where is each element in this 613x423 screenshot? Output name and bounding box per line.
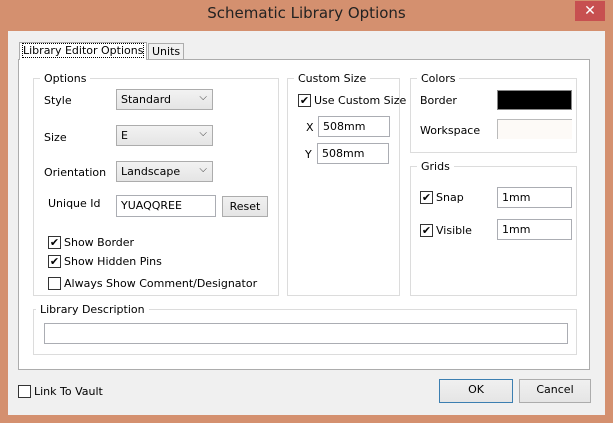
reset-button[interactable]: Reset [222,196,268,217]
size-select[interactable]: E ⌵ [116,125,213,146]
use-custom-size-checkbox[interactable]: ✔ [298,94,311,107]
style-value: Standard [121,93,172,106]
library-description-title: Library Description [36,303,149,316]
use-custom-size-label: Use Custom Size [314,94,407,107]
style-label: Style [44,94,72,107]
always-show-comment-label: Always Show Comment/Designator [64,277,258,290]
show-hidden-pins-label: Show Hidden Pins [64,255,162,268]
tab-units[interactable]: Units [148,43,185,60]
visible-checkbox[interactable]: ✔ [420,224,433,237]
snap-label: Snap [436,191,464,204]
link-to-vault-label: Link To Vault [34,385,103,398]
x-label: X [306,121,314,134]
cancel-button[interactable]: Cancel [519,379,591,403]
size-value: E [121,129,128,142]
unique-id-input[interactable]: YUAQQREE [116,195,216,217]
workspace-color-label: Workspace [420,124,481,137]
visible-label: Visible [436,224,472,237]
link-to-vault-checkbox[interactable] [18,385,31,398]
close-button[interactable]: ✕ [575,1,605,21]
border-color-label: Border [420,94,457,107]
show-border-checkbox[interactable]: ✔ [48,236,61,249]
show-hidden-pins-checkbox[interactable]: ✔ [48,255,61,268]
border-color-swatch[interactable] [497,90,572,110]
close-icon: ✕ [584,3,596,19]
ok-button[interactable]: OK [439,379,513,403]
orientation-select[interactable]: Landscape ⌵ [116,161,213,182]
custom-size-title: Custom Size [294,72,371,85]
custom-y-input[interactable]: 508mm [317,143,389,164]
grids-title: Grids [417,160,454,173]
orientation-value: Landscape [121,165,181,178]
tab-label: Library Editor Options [21,43,145,58]
chevron-down-icon: ⌵ [199,92,207,103]
tab-library-editor-options[interactable]: Library Editor Options [19,42,148,60]
chevron-down-icon: ⌵ [199,164,207,175]
size-label: Size [44,131,67,144]
custom-size-group [287,78,400,296]
window-title: Schematic Library Options [207,4,406,22]
snap-input[interactable]: 1mm [497,187,572,208]
show-border-label: Show Border [64,236,135,249]
colors-title: Colors [417,72,460,85]
library-description-input[interactable] [44,323,568,344]
chevron-down-icon: ⌵ [199,128,207,139]
visible-input[interactable]: 1mm [497,219,572,240]
snap-checkbox[interactable]: ✔ [420,191,433,204]
style-select[interactable]: Standard ⌵ [116,89,213,110]
unique-id-label: Unique Id [48,197,101,210]
tab-label: Units [152,45,181,58]
workspace-color-swatch[interactable] [497,119,572,139]
y-label: Y [305,148,312,161]
custom-x-input[interactable]: 508mm [318,116,390,137]
always-show-comment-checkbox[interactable] [48,277,61,290]
options-group-title: Options [40,72,91,85]
orientation-label: Orientation [44,166,107,179]
